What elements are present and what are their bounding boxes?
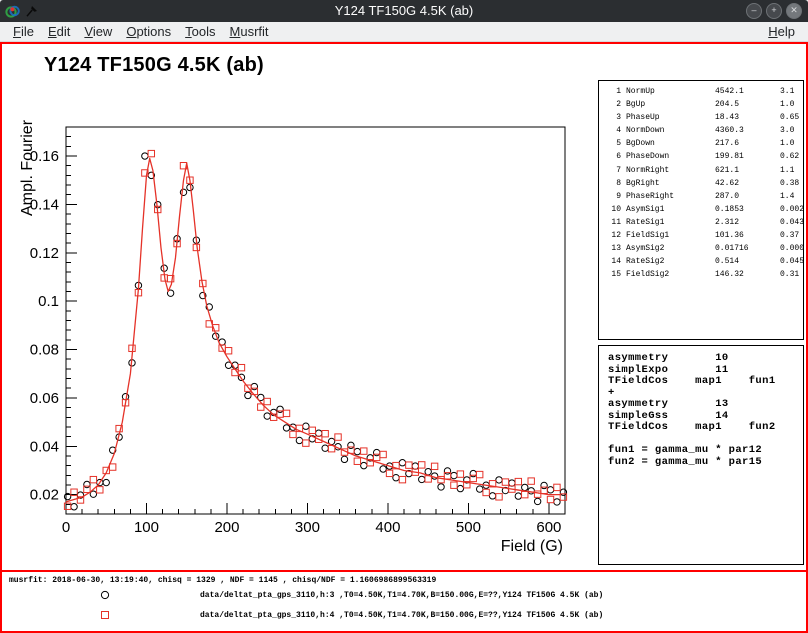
svg-text:0: 0 [62, 519, 70, 536]
minimize-button[interactable]: – [746, 3, 762, 19]
param-row: 13AsymSig20.017160.00098 [606, 242, 803, 255]
svg-text:0.06: 0.06 [30, 390, 59, 407]
svg-text:0.04: 0.04 [30, 438, 59, 455]
legend-label: data/deltat_pta_gps_3110,h:3 ,T0=4.50K,T… [200, 591, 603, 600]
menu-item-help[interactable]: Help [761, 22, 802, 41]
param-row: 5BgDown217.61.0 [606, 137, 803, 150]
maximize-button[interactable]: + [766, 3, 782, 19]
menu-item-edit[interactable]: Edit [41, 22, 77, 41]
svg-text:0.1: 0.1 [38, 293, 59, 310]
svg-text:0.02: 0.02 [30, 487, 59, 504]
main-pad[interactable]: Y124 TF150G 4.5K (ab) 010020030040050060… [2, 44, 806, 570]
svg-text:100: 100 [134, 519, 159, 536]
svg-text:0.08: 0.08 [30, 342, 59, 359]
legend-label: data/deltat_pta_gps_3110,h:4 ,T0=4.50K,T… [200, 611, 603, 620]
menu-item-musrfit[interactable]: Musrfit [223, 22, 276, 41]
legend-row: data/deltat_pta_gps_3110,h:3 ,T0=4.50K,T… [2, 585, 806, 605]
theory-text: asymmetry 10 simplExpo 11 TFieldCos map1… [608, 353, 803, 468]
param-row: 9PhaseRight287.01.4 [606, 190, 803, 203]
svg-text:200: 200 [214, 519, 239, 536]
param-row: 10AsymSig10.18530.0028 [606, 203, 803, 216]
app-icon[interactable] [5, 4, 20, 19]
chart-svg[interactable]: 0 100 200 300 400 500 600 0.02 0.04 0.06 0.08 0.1 0.… [2, 44, 596, 570]
legend-row: data/deltat_pta_gps_3110,h:4 ,T0=4.50K,T… [2, 605, 806, 625]
legend-rows: data/deltat_pta_gps_3110,h:3 ,T0=4.50K,T… [2, 585, 806, 625]
theory-box[interactable]: asymmetry 10 simplExpo 11 TFieldCos map1… [598, 345, 804, 565]
info-pad[interactable]: musrfit: 2018-06-30, 13:19:40, chisq = 1… [2, 570, 806, 631]
menu-item-file[interactable]: File [6, 22, 41, 41]
svg-text:300: 300 [295, 519, 320, 536]
menu-item-tools[interactable]: Tools [178, 22, 222, 41]
close-button[interactable]: ✕ [786, 3, 802, 19]
menu-item-view[interactable]: View [77, 22, 119, 41]
menu-item-options[interactable]: Options [119, 22, 178, 41]
parameter-box[interactable]: 1NormUp4542.13.12BgUp204.51.03PhaseUp18.… [598, 80, 804, 340]
param-row: 7NormRight621.11.1 [606, 164, 803, 177]
param-row: 14RateSig20.5140.045 [606, 255, 803, 268]
svg-text:600: 600 [536, 519, 561, 536]
svg-text:400: 400 [375, 519, 400, 536]
svg-text:Ampl. Fourier: Ampl. Fourier [19, 119, 36, 216]
param-row: 3PhaseUp18.430.65 [606, 111, 803, 124]
param-row: 6PhaseDown199.810.62 [606, 150, 803, 163]
menubar: FileEditViewOptionsToolsMusrfit Help [0, 22, 808, 42]
param-row: 11RateSig12.3120.043 [606, 216, 803, 229]
svg-text:0.12: 0.12 [30, 245, 59, 262]
param-row: 4NormDown4360.33.0 [606, 124, 803, 137]
window-title: Y124 TF150G 4.5K (ab) [0, 0, 808, 22]
param-row: 12FieldSig1101.360.37 [606, 229, 803, 242]
menu-items: FileEditViewOptionsToolsMusrfit [6, 22, 276, 41]
svg-text:500: 500 [456, 519, 481, 536]
param-row: 8BgRight42.620.38 [606, 177, 803, 190]
svg-text:Field (G): Field (G) [501, 538, 563, 555]
square-marker-icon [98, 608, 112, 622]
circle-marker-icon [98, 588, 112, 602]
titlebar[interactable]: Y124 TF150G 4.5K (ab) – + ✕ [0, 0, 808, 22]
root-canvas[interactable]: Y124 TF150G 4.5K (ab) 010020030040050060… [0, 42, 808, 633]
app-window: Y124 TF150G 4.5K (ab) – + ✕ FileEditView… [0, 0, 808, 633]
param-row: 15FieldSig2146.320.31 [606, 268, 803, 281]
pin-icon[interactable] [24, 4, 39, 19]
param-row: 1NormUp4542.13.1 [606, 85, 803, 98]
param-row: 2BgUp204.51.0 [606, 98, 803, 111]
fit-stats: musrfit: 2018-06-30, 13:19:40, chisq = 1… [9, 576, 806, 585]
param-rows: 1NormUp4542.13.12BgUp204.51.03PhaseUp18.… [606, 85, 803, 281]
